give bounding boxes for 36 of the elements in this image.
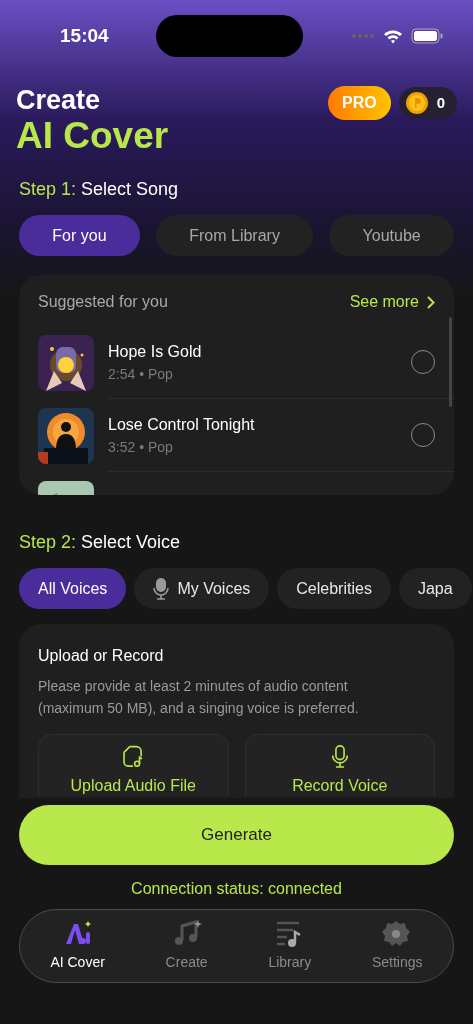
nav-tab[interactable]: Library [262, 918, 318, 974]
tab[interactable]: Youtube [329, 215, 454, 257]
settings-icon [382, 919, 413, 948]
signal-icon [351, 33, 375, 39]
tab[interactable]: All Voices [19, 568, 127, 610]
description-text: Please provide at least 2 minutes of audio content (maximum 50 MB), and a singing voice is preferred. [38, 677, 360, 719]
coin-balance[interactable]: 0 [398, 87, 457, 119]
song-details: 2:54 • Pop [108, 364, 174, 384]
nav-tab[interactable]: Create [159, 918, 214, 974]
wifi-icon [383, 28, 403, 44]
see-more-link[interactable]: See more [349, 290, 435, 315]
generate-button[interactable]: Generate [19, 805, 454, 865]
song-details: 3:52 • Pop [108, 437, 174, 457]
tab[interactable]: Celebrities [277, 568, 391, 610]
tab[interactable]: Japa [398, 568, 472, 610]
coin-icon [404, 91, 429, 115]
page-title: Create [16, 86, 102, 116]
nav-tab[interactable]: Settings [365, 918, 429, 974]
song-title: Lose Control Tonight [108, 414, 256, 435]
connection-status: Connection status: connected [130, 879, 343, 899]
clock: 15:04 [60, 23, 109, 48]
tab[interactable]: From Library [155, 215, 314, 257]
chevron-right-icon [427, 295, 435, 309]
tab[interactable]: My Voices [134, 568, 270, 610]
nav-tab[interactable]: AI Cover [44, 918, 111, 974]
song-title: Hope Is Gold [108, 341, 203, 362]
microphone-icon [153, 577, 170, 600]
record-button[interactable]: Record Voice [244, 733, 435, 796]
card-title: Upload or Record [38, 646, 165, 667]
step-heading: Step 1: Select Song [19, 178, 180, 202]
upload-button[interactable]: Upload Audio File [38, 733, 229, 796]
page-subtitle: AI Cover [16, 115, 169, 157]
section-title: Suggested for you [38, 292, 168, 313]
step-heading: Step 2: Select Voice [19, 531, 182, 555]
tab[interactable]: For you [19, 215, 140, 257]
battery-icon [411, 28, 443, 44]
